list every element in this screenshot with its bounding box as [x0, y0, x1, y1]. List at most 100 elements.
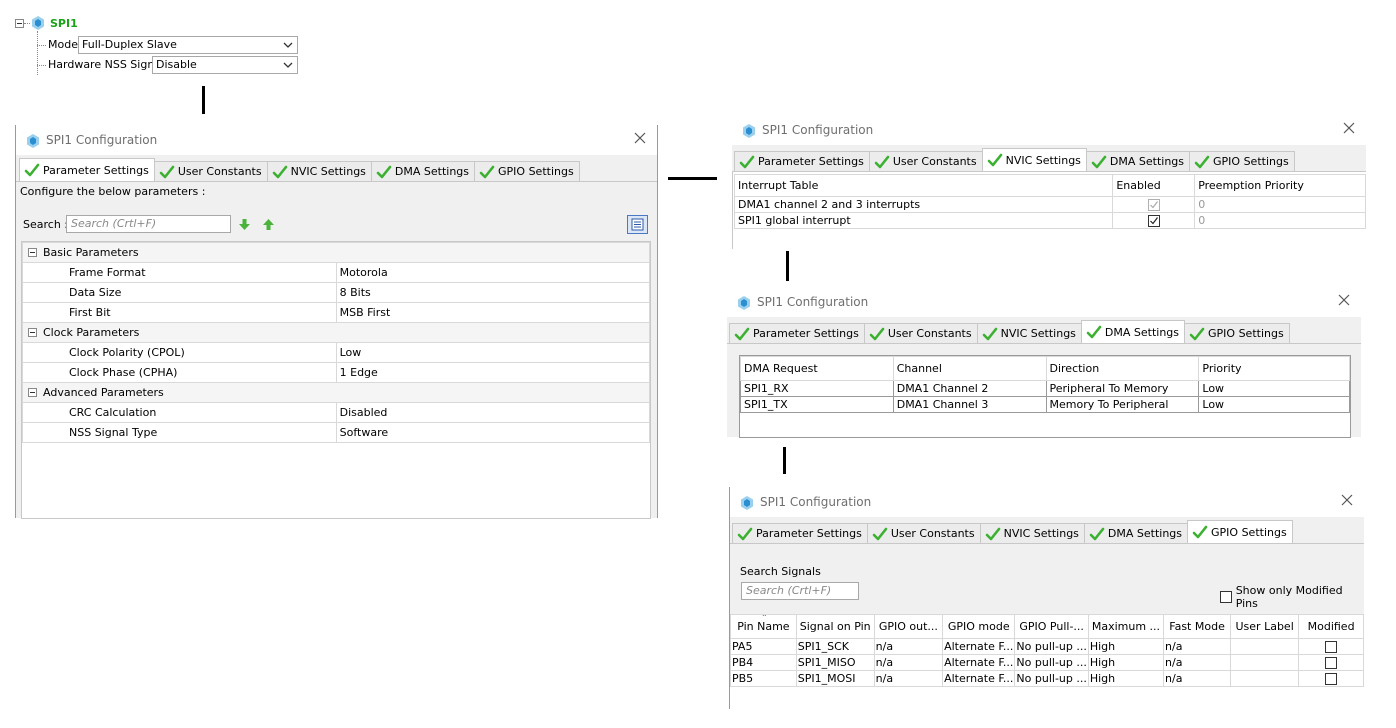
column-header[interactable]: Enabled [1112, 174, 1196, 197]
table-row[interactable]: PB5 SPI1_MOSI n/a Alternate F... No pull-up … [730, 670, 1364, 687]
close-icon[interactable] [1337, 293, 1351, 307]
tree-collapse-toggle[interactable] [15, 19, 24, 28]
tab-user-constants[interactable]: User Constants [863, 323, 978, 343]
tab-nvic-settings[interactable]: NVIC Settings [266, 161, 372, 181]
column-header[interactable]: GPIO mode [942, 614, 1016, 639]
param-row[interactable]: Clock Polarity (CPOL) Low [22, 342, 651, 363]
param-row[interactable]: First Bit MSB First [22, 302, 651, 323]
list-view-icon[interactable] [627, 215, 648, 234]
modified-cell [1298, 654, 1364, 671]
collapse-toggle-icon[interactable] [28, 248, 37, 257]
spi-config-icon [27, 134, 39, 148]
collapse-toggle-icon[interactable] [28, 388, 37, 397]
tab-gpio-settings[interactable]: GPIO Settings [1184, 323, 1290, 343]
priority-value[interactable]: 0 [1194, 196, 1366, 213]
column-header[interactable]: Interrupt Table [733, 174, 1114, 197]
param-value[interactable]: Software [335, 422, 651, 443]
column-header[interactable]: ⌃ Pin Name [730, 614, 797, 639]
tab-dma-settings[interactable]: DMA Settings [370, 161, 476, 181]
close-icon[interactable] [633, 131, 647, 145]
column-header-label: User Label [1235, 620, 1294, 633]
dma-table: DMA Request Channel Direction Priority S… [740, 356, 1350, 413]
enabled-checkbox[interactable] [1147, 215, 1160, 227]
arrow-up-icon[interactable] [262, 218, 275, 231]
nss-select[interactable]: Disable [152, 56, 298, 74]
param-group-row[interactable]: Advanced Parameters [22, 382, 650, 403]
close-icon[interactable] [1342, 121, 1356, 135]
table-row[interactable]: SPI1_RX DMA1 Channel 2 Peripheral To Memor… [740, 380, 1350, 397]
dialog-dma-settings: SPI1 Configuration Parameter Settings Us… [727, 287, 1361, 438]
tab-nvic-settings[interactable]: NVIC Settings [976, 323, 1082, 343]
column-header[interactable]: Channel [892, 356, 1047, 381]
priority-value[interactable]: 0 [1194, 212, 1366, 229]
tree-node-spi1[interactable]: SPI1 [50, 17, 78, 30]
close-icon[interactable] [1340, 493, 1354, 507]
collapse-toggle-icon[interactable] [28, 328, 37, 337]
param-name: Data Size [22, 282, 337, 303]
tab-parameter-settings[interactable]: Parameter Settings [729, 323, 865, 343]
show-modified-checkbox[interactable]: Show only Modified Pins [1220, 584, 1364, 610]
tab-dma-settings[interactable]: DMA Settings [1080, 320, 1186, 343]
modified-checkbox[interactable] [1325, 673, 1338, 685]
gpio-cell: Alternate F... [942, 638, 1016, 655]
param-value[interactable]: Disabled [335, 402, 651, 423]
param-row[interactable]: Clock Phase (CPHA) 1 Edge [22, 362, 651, 383]
gpio-cell: n/a [873, 638, 944, 655]
param-value[interactable]: 8 Bits [335, 282, 651, 303]
column-header[interactable]: Signal on Pin [795, 614, 875, 639]
column-header[interactable]: Fast Mode [1163, 614, 1232, 639]
search-input[interactable]: Search (Crtl+F) [66, 215, 231, 233]
modified-checkbox[interactable] [1325, 657, 1338, 669]
table-row[interactable]: SPI1_TX DMA1 Channel 3 Memory To Periphera… [740, 396, 1350, 413]
param-value[interactable]: Motorola [335, 262, 651, 283]
tab-bar: Parameter Settings User Constants NVIC S… [729, 319, 1361, 343]
tab-user-constants[interactable]: User Constants [868, 151, 983, 171]
table-row[interactable]: PA5 SPI1_SCK n/a Alternate F... No pull-up .… [730, 638, 1364, 655]
table-row[interactable]: DMA1 channel 2 and 3 interrupts 0 [733, 196, 1366, 213]
column-header[interactable]: Priority [1198, 356, 1350, 381]
tab-gpio-settings[interactable]: GPIO Settings [1189, 151, 1295, 171]
param-group-row[interactable]: Basic Parameters [22, 242, 650, 263]
param-row[interactable]: Frame Format Motorola [22, 262, 651, 283]
checkbox[interactable] [1220, 591, 1232, 603]
tab-dma-settings[interactable]: DMA Settings [1083, 523, 1189, 543]
tab-user-constants[interactable]: User Constants [866, 523, 981, 543]
param-value[interactable]: Low [335, 342, 651, 363]
column-header[interactable]: Direction [1045, 356, 1200, 381]
table-row[interactable]: PB4 SPI1_MISO n/a Alternate F... No pull-up … [730, 654, 1364, 671]
param-group-row[interactable]: Clock Parameters [22, 322, 650, 343]
tab-dma-settings[interactable]: DMA Settings [1085, 151, 1191, 171]
column-header[interactable]: User Label [1230, 614, 1300, 639]
tab-nvic-settings[interactable]: NVIC Settings [981, 148, 1087, 171]
column-header[interactable]: Maximum ... [1087, 614, 1165, 639]
param-group-name: Advanced Parameters [43, 386, 164, 399]
param-row[interactable]: NSS Signal Type Software [22, 422, 651, 443]
tab-nvic-settings[interactable]: NVIC Settings [979, 523, 1085, 543]
table-row[interactable]: SPI1 global interrupt 0 [733, 212, 1366, 229]
dma-cell: DMA1 Channel 3 [892, 396, 1047, 413]
tab-parameter-settings[interactable]: Parameter Settings [734, 151, 870, 171]
param-group-name: Basic Parameters [43, 246, 139, 259]
tab-parameter-settings[interactable]: Parameter Settings [19, 158, 155, 181]
column-header[interactable]: DMA Request [740, 356, 894, 381]
gpio-cell: SPI1_MOSI [795, 670, 875, 687]
signal-search-input[interactable]: Search (Crtl+F) [741, 582, 859, 600]
check-icon [987, 153, 1002, 167]
column-header[interactable]: GPIO out... [873, 614, 944, 639]
param-value[interactable]: MSB First [335, 302, 651, 323]
column-header[interactable]: GPIO Pull-... [1014, 614, 1089, 639]
param-row[interactable]: Data Size 8 Bits [22, 282, 651, 303]
arrow-down-icon[interactable] [238, 218, 251, 231]
tab-parameter-settings[interactable]: Parameter Settings [732, 523, 868, 543]
param-row[interactable]: CRC Calculation Disabled [22, 402, 651, 423]
column-header[interactable]: Modified [1298, 614, 1364, 639]
mode-select[interactable]: Full-Duplex Slave [78, 36, 298, 54]
column-header[interactable]: Preemption Priority [1194, 174, 1366, 197]
modified-checkbox[interactable] [1325, 641, 1338, 653]
param-value[interactable]: 1 Edge [335, 362, 651, 383]
tab-gpio-settings[interactable]: GPIO Settings [1187, 520, 1293, 543]
tab-label: User Constants [890, 527, 975, 540]
tab-user-constants[interactable]: User Constants [153, 161, 268, 181]
dialog-title-bar: SPI1 Configuration [730, 487, 1364, 517]
tab-gpio-settings[interactable]: GPIO Settings [474, 161, 580, 181]
